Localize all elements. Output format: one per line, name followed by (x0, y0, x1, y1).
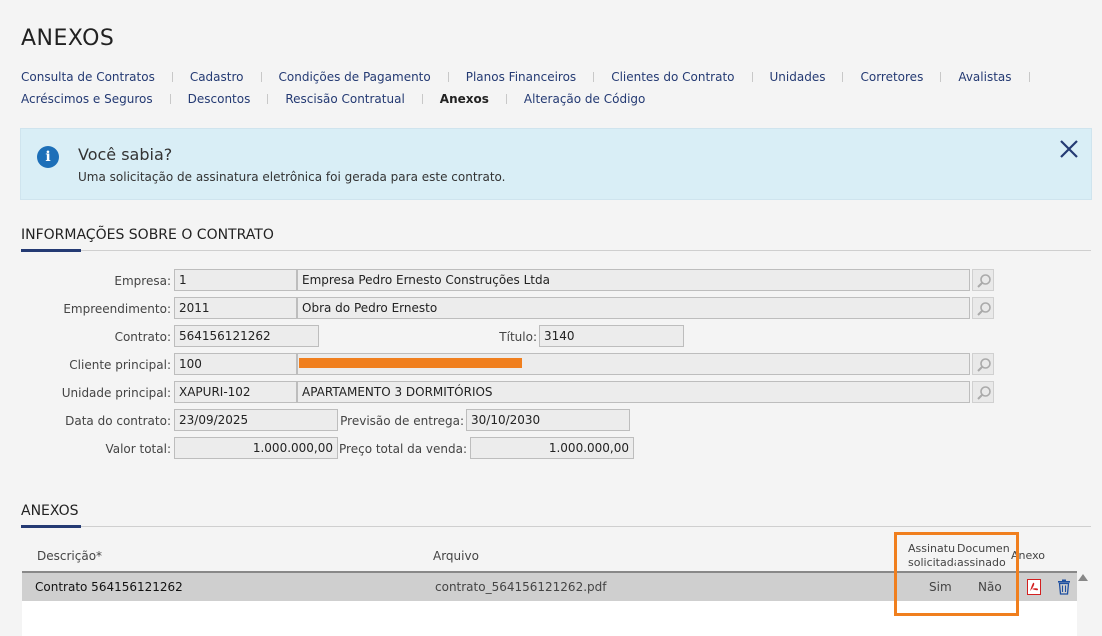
nav-separator (171, 72, 173, 82)
contrato-field[interactable]: 564156121262 (174, 325, 319, 347)
unidade-search-icon[interactable] (972, 381, 994, 403)
previsao-field[interactable]: 30/10/2030 (466, 409, 630, 431)
annotation-highlight (894, 532, 1019, 616)
info-banner: i Você sabia? Uma solicitação de assinat… (20, 128, 1092, 200)
cliente-label: Cliente principal: (69, 358, 171, 372)
nav-item-alteracao-de-codigo[interactable]: Alteração de Código (524, 92, 645, 106)
nav-item-consulta-de-contratos[interactable]: Consulta de Contratos (21, 70, 155, 84)
contrato-label: Contrato: (114, 330, 171, 344)
cliente-code-field[interactable]: 100 (174, 353, 297, 375)
nav-item-condicoes-de-pagamento[interactable]: Condições de Pagamento (279, 70, 431, 84)
section-accent (21, 249, 81, 252)
info-text: Uma solicitação de assinatura eletrônica… (78, 170, 506, 184)
nav-separator (505, 94, 507, 104)
data-label: Data do contrato: (65, 414, 171, 428)
nav-row-2: Acréscimos e Seguros Descontos Rescisão Co… (21, 92, 645, 106)
nav-item-cadastro[interactable]: Cadastro (190, 70, 244, 84)
preco-field[interactable]: 1.000.000,00 (470, 437, 634, 459)
empreendimento-label: Empreendimento: (63, 302, 171, 316)
nav-item-unidades[interactable]: Unidades (770, 70, 826, 84)
section-divider (21, 526, 1091, 527)
nav-item-anexos[interactable]: Anexos (440, 92, 489, 106)
previsao-label: Previsão de entrega: (340, 414, 464, 428)
nav-item-acrescimos-e-seguros[interactable]: Acréscimos e Seguros (21, 92, 153, 106)
data-field[interactable]: 23/09/2025 (174, 409, 338, 431)
nav-separator (421, 94, 423, 104)
titulo-field[interactable]: 3140 (539, 325, 684, 347)
empresa-code-field[interactable]: 1 (174, 269, 297, 291)
empreendimento-name-field[interactable]: Obra do Pedro Ernesto (297, 297, 970, 319)
nav-separator (1028, 72, 1030, 82)
nav-item-avalistas[interactable]: Avalistas (958, 70, 1011, 84)
empresa-search-icon[interactable] (972, 269, 994, 291)
redaction-bar (299, 358, 522, 368)
empreendimento-search-icon[interactable] (972, 297, 994, 319)
cliente-search-icon[interactable] (972, 353, 994, 375)
titulo-label: Título: (499, 330, 537, 344)
close-icon[interactable] (1059, 139, 1079, 159)
col-header-descricao[interactable]: Descrição* (37, 549, 102, 563)
nav-separator (267, 94, 269, 104)
empresa-name-field[interactable]: Empresa Pedro Ernesto Construções Ltda (297, 269, 970, 291)
nav-separator (169, 94, 171, 104)
unidade-label: Unidade principal: (61, 386, 171, 400)
nav-separator (842, 72, 844, 82)
unidade-name-field[interactable]: APARTAMENTO 3 DORMITÓRIOS (297, 381, 970, 403)
empreendimento-code-field[interactable]: 2011 (174, 297, 297, 319)
section-accent (21, 525, 81, 528)
empresa-label: Empresa: (114, 274, 171, 288)
col-header-arquivo[interactable]: Arquivo (433, 549, 479, 563)
page-title: ANEXOS (21, 26, 115, 51)
nav-item-clientes-do-contrato[interactable]: Clientes do Contrato (611, 70, 734, 84)
nav-item-corretores[interactable]: Corretores (860, 70, 923, 84)
nav-separator (940, 72, 942, 82)
cell-descricao: Contrato 564156121262 (35, 580, 183, 594)
valor-label: Valor total: (105, 442, 171, 456)
info-icon: i (37, 146, 59, 168)
valor-field[interactable]: 1.000.000,00 (174, 437, 338, 459)
attachments-section-title: ANEXOS (21, 503, 79, 519)
section-divider (21, 250, 1091, 251)
contract-section-title: INFORMAÇÕES SOBRE O CONTRATO (21, 227, 274, 243)
scroll-up-icon[interactable] (1078, 574, 1088, 581)
pdf-icon[interactable] (1027, 579, 1041, 595)
nav-separator (593, 72, 595, 82)
nav-separator (751, 72, 753, 82)
nav-item-descontos[interactable]: Descontos (188, 92, 251, 106)
nav-item-planos-financeiros[interactable]: Planos Financeiros (466, 70, 576, 84)
unidade-code-field[interactable]: XAPURI-102 (174, 381, 297, 403)
nav-separator (447, 72, 449, 82)
nav-separator (260, 72, 262, 82)
info-title: Você sabia? (78, 145, 173, 164)
nav-item-rescisao-contratual[interactable]: Rescisão Contratual (285, 92, 404, 106)
cell-arquivo[interactable]: contrato_564156121262.pdf (435, 580, 606, 594)
nav-row-1: Consulta de Contratos Cadastro Condições d… (21, 70, 1047, 84)
preco-label: Preço total da venda: (339, 442, 467, 456)
trash-icon[interactable] (1057, 579, 1071, 595)
